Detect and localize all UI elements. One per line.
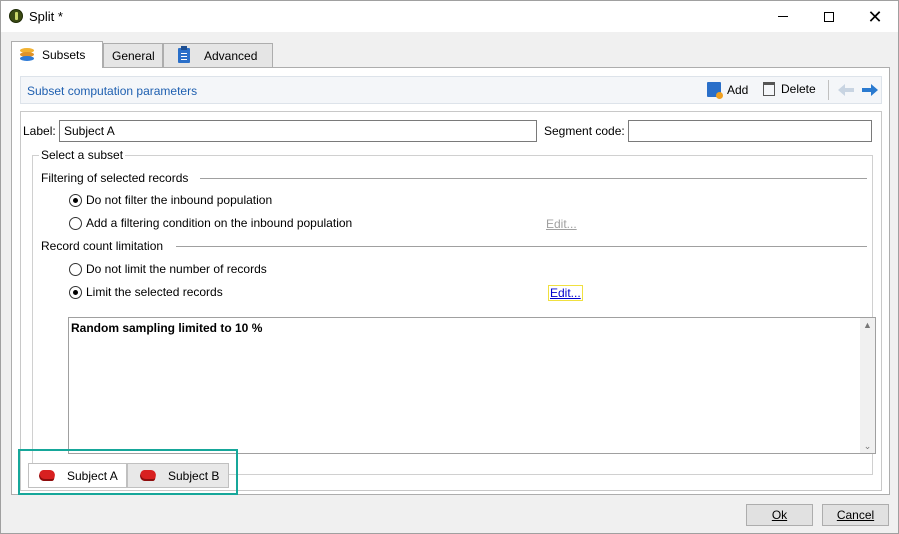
ok-label: Ok (771, 508, 788, 522)
limitation-title: Record count limitation (41, 239, 164, 253)
label-caption: Label: (23, 124, 56, 138)
segment-code-caption: Segment code: (544, 124, 625, 138)
maximize-icon (824, 11, 834, 22)
title-bar: Split * ✕ (1, 1, 898, 32)
app-icon (9, 9, 23, 23)
maximize-button[interactable] (806, 1, 852, 32)
scroll-up-icon[interactable]: ▲ (862, 320, 873, 330)
summary-scrollbar[interactable]: ▲ ⌄ (860, 318, 875, 453)
tab-general[interactable]: General (103, 43, 163, 67)
tab-general-label: General (112, 48, 155, 63)
tab-subsets-label: Subsets (42, 48, 86, 62)
filter-edit-link: Edit... (546, 217, 577, 231)
add-icon (707, 82, 723, 99)
filtering-divider (200, 178, 867, 179)
database-icon (20, 48, 34, 62)
subset-tab-subject-b-label: Subject B (168, 468, 220, 483)
arrow-right-icon[interactable] (861, 82, 879, 98)
scroll-down-icon[interactable]: ⌄ (862, 441, 873, 451)
subset-toolbar: Subset computation parameters Add Delete (20, 76, 882, 104)
split-dialog: Split * ✕ Subsets General Advanced Subse… (0, 0, 899, 534)
radio-limit-label: Limit the selected records (86, 285, 223, 299)
minimize-icon (778, 16, 788, 17)
window-title: Split * (29, 9, 63, 24)
delete-label: Delete (781, 82, 816, 96)
radio-no-limit[interactable]: Do not limit the number of records (69, 262, 267, 276)
ok-button[interactable]: Ok (746, 504, 813, 526)
radio-no-filter[interactable]: Do not filter the inbound population (69, 193, 272, 207)
radio-add-filter-label: Add a filtering condition on the inbound… (86, 216, 353, 230)
cancel-label: Cancel (836, 508, 875, 522)
radio-no-limit-label: Do not limit the number of records (86, 262, 267, 276)
segment-code-input[interactable] (628, 120, 872, 142)
filtering-title: Filtering of selected records (41, 171, 189, 185)
radio-add-filter[interactable]: Add a filtering condition on the inbound… (69, 216, 352, 230)
add-label: Add (727, 82, 749, 97)
subset-tab-subject-a[interactable]: Subject A (28, 463, 127, 488)
tab-advanced-label: Advanced (204, 48, 258, 63)
clipboard-icon (178, 46, 190, 63)
limitation-divider (176, 246, 867, 247)
delete-button[interactable]: Delete (763, 82, 816, 96)
subsets-panel: Subset computation parameters Add Delete… (11, 67, 890, 495)
trash-icon (763, 82, 775, 96)
segment-icon (138, 470, 158, 481)
minimize-button[interactable] (760, 1, 806, 32)
radio-limit[interactable]: Limit the selected records (69, 285, 223, 299)
radio-no-filter-label: Do not filter the inbound population (86, 193, 273, 207)
radio-no-limit-button[interactable] (69, 262, 82, 276)
tab-advanced[interactable]: Advanced (163, 43, 273, 67)
cancel-button[interactable]: Cancel (822, 504, 889, 526)
close-button[interactable]: ✕ (852, 1, 898, 32)
summary-text: Random sampling limited to 10 % (71, 321, 263, 335)
subset-tab-subject-b[interactable]: Subject B (127, 463, 229, 488)
radio-limit-button[interactable] (69, 285, 82, 299)
add-button[interactable]: Add (707, 82, 749, 99)
tab-subsets[interactable]: Subsets (11, 41, 103, 68)
segment-icon (37, 470, 57, 481)
arrow-left-icon[interactable] (837, 82, 855, 98)
subset-editor: Label: Segment code: Select a subset Fil… (20, 111, 882, 491)
select-subset-legend: Select a subset (39, 148, 126, 162)
label-input[interactable] (59, 120, 537, 142)
limit-edit-link[interactable]: Edit... (548, 285, 583, 301)
close-icon: ✕ (867, 6, 883, 27)
radio-no-filter-button[interactable] (69, 193, 82, 207)
summary-textarea[interactable]: Random sampling limited to 10 % ▲ ⌄ (68, 317, 876, 454)
radio-add-filter-button[interactable] (69, 216, 82, 230)
toolbar-title: Subset computation parameters (27, 84, 198, 98)
subset-tab-subject-a-label: Subject A (67, 468, 118, 483)
toolbar-separator (828, 80, 829, 100)
